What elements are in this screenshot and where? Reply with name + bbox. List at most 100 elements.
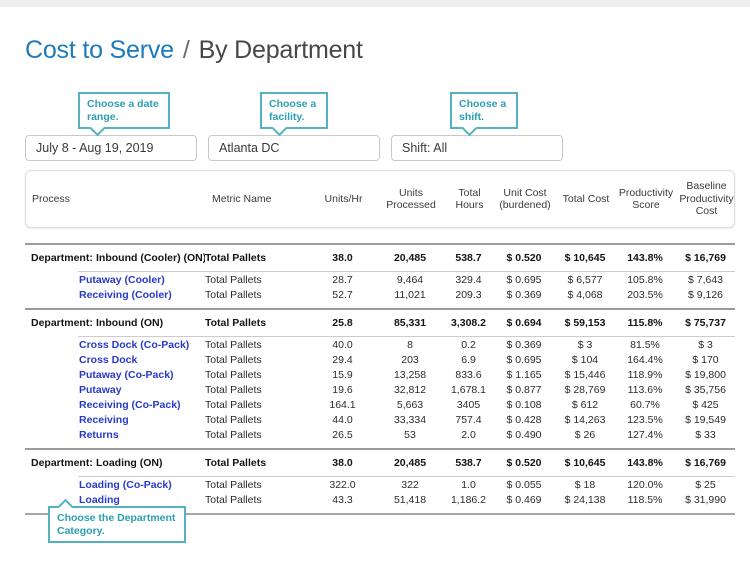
process-row: Loading Total Pallets 43.3 51,418 1,186.2 $…: [25, 492, 735, 507]
row-value: 6.9: [461, 353, 476, 366]
row-value: $ 1.165: [506, 368, 542, 381]
department-label: Department:: [31, 252, 93, 264]
department-label: Department:: [31, 457, 93, 469]
callout-choose-department-category: Choose the Department Category.: [48, 498, 186, 543]
row-value: 0.2: [461, 338, 476, 351]
metric-name: Total Pallets: [205, 383, 262, 396]
summary-value: 538.7: [455, 457, 482, 469]
shift-input[interactable]: [391, 135, 563, 161]
department-summary-row: Department: Inbound (Cooler) (ON) Total P…: [25, 245, 735, 271]
process-link[interactable]: Putaway (Cooler): [79, 274, 165, 286]
summary-value: 538.7: [455, 252, 482, 264]
process-link[interactable]: Receiving: [79, 414, 129, 426]
row-value: 123.5%: [627, 413, 663, 426]
row-value: 209.3: [455, 288, 482, 301]
metric-name: Total Pallets: [205, 288, 262, 301]
summary-value: 20,485: [393, 457, 427, 469]
row-value: 2.0: [461, 428, 476, 441]
row-value: 105.8%: [627, 273, 663, 286]
process-link[interactable]: Returns: [79, 429, 119, 441]
row-value: 52.7: [332, 288, 353, 301]
column-header-2: Units/Hr: [324, 192, 363, 205]
process-link[interactable]: Receiving (Co-Pack): [79, 399, 181, 411]
column-header-8: Baseline Productivity Cost: [679, 180, 734, 218]
summary-value: 3,308.2: [450, 317, 487, 329]
process-link[interactable]: Loading: [79, 494, 120, 506]
summary-value: $ 75,737: [685, 317, 726, 329]
row-value: 28.7: [332, 273, 353, 286]
process-row: Putaway (Co-Pack) Total Pallets 15.9 13,2…: [25, 367, 735, 382]
row-value: $ 612: [571, 398, 599, 411]
row-value: 43.3: [332, 493, 353, 506]
metric-name: Total Pallets: [205, 398, 262, 411]
summary-value: $ 0.694: [506, 317, 542, 329]
column-header-1: Metric Name: [212, 192, 272, 205]
process-row: Putaway Total Pallets 19.6 32,812 1,678.1 $…: [25, 382, 735, 397]
process-link[interactable]: Loading (Co-Pack): [79, 479, 172, 491]
process-row: Receiving Total Pallets 44.0 33,334 757.4 $…: [25, 412, 735, 427]
row-value: 127.4%: [627, 428, 663, 441]
summary-value: 143.8%: [627, 252, 663, 264]
row-value: 322: [401, 478, 419, 491]
process-link[interactable]: Cross Dock (Co-Pack): [79, 339, 189, 351]
row-value: 164.1: [329, 398, 356, 411]
row-value: $ 104: [571, 353, 599, 366]
department-summary-row: Department: Loading (ON) Total Pallets 38…: [25, 450, 735, 476]
callout-tail-icon: [461, 120, 478, 137]
breadcrumb-link-cost-to-serve[interactable]: Cost to Serve: [25, 36, 174, 64]
row-value: $ 24,138: [564, 493, 606, 506]
callout-choose-shift: Choose a shift.: [450, 92, 518, 137]
row-value: $ 15,446: [564, 368, 606, 381]
row-value: 113.6%: [627, 383, 663, 396]
row-value: $ 28,769: [564, 383, 606, 396]
process-row: Cross Dock (Co-Pack) Total Pallets 40.0 8…: [25, 337, 735, 352]
facility-input[interactable]: [208, 135, 380, 161]
column-header-3: Units Processed: [386, 186, 436, 212]
callout-choose-facility: Choose a facility.: [260, 92, 328, 137]
row-value: $ 0.877: [506, 383, 542, 396]
row-value: $ 9,126: [687, 288, 724, 301]
row-value: 44.0: [332, 413, 353, 426]
summary-value: $ 16,769: [685, 252, 726, 264]
summary-value: $ 0.520: [506, 457, 542, 469]
row-value: 11,021: [394, 288, 426, 301]
breadcrumb-current-by-department: By Department: [198, 36, 363, 64]
row-value: $ 0.490: [506, 428, 542, 441]
date-range-input[interactable]: [25, 135, 197, 161]
column-header-0: Process: [32, 192, 70, 205]
row-value: 1.0: [461, 478, 476, 491]
process-row: Receiving (Cooler) Total Pallets 52.7 11,…: [25, 287, 735, 302]
summary-value: $ 10,645: [564, 252, 606, 264]
department-group: Department: Loading (ON) Total Pallets 38…: [25, 448, 735, 507]
department-name: Inbound (Cooler) (ON): [96, 252, 205, 264]
process-link[interactable]: Putaway (Co-Pack): [79, 369, 174, 381]
summary-value: $ 16,769: [685, 457, 726, 469]
row-value: $ 6,577: [567, 273, 603, 286]
process-link[interactable]: Putaway: [79, 384, 122, 396]
metric-name: Total Pallets: [205, 353, 262, 366]
department-name: Loading (ON): [96, 457, 163, 469]
table-header-row: Process Metric Name Units/Hr Units Processe…: [26, 171, 736, 227]
row-value: 40.0: [332, 338, 353, 351]
column-header-6: Total Cost: [562, 192, 610, 205]
row-value: 15.9: [332, 368, 353, 381]
summary-value: 143.8%: [627, 457, 663, 469]
row-value: 757.4: [455, 413, 482, 426]
row-value: $ 0.369: [506, 288, 542, 301]
column-header-7: Productivity Score: [618, 186, 674, 212]
process-link[interactable]: Cross Dock: [79, 354, 137, 366]
metric-name: Total Pallets: [205, 273, 262, 286]
callout-text: Choose a shift.: [459, 98, 507, 123]
row-value: 1,678.1: [450, 383, 487, 396]
summary-value: $ 0.520: [506, 252, 542, 264]
row-value: 51,418: [393, 493, 427, 506]
process-link[interactable]: Receiving (Cooler): [79, 289, 172, 301]
row-value: $ 19,800: [685, 368, 726, 381]
department-label: Department:: [31, 317, 93, 329]
row-value: 120.0%: [627, 478, 663, 491]
process-row: Loading (Co-Pack) Total Pallets 322.0 322…: [25, 477, 735, 492]
page-title: Cost to Serve / By Department: [25, 36, 363, 65]
row-value: $ 18: [574, 478, 596, 491]
row-value: $ 0.695: [506, 353, 542, 366]
column-header-4: Total Hours: [455, 186, 484, 212]
